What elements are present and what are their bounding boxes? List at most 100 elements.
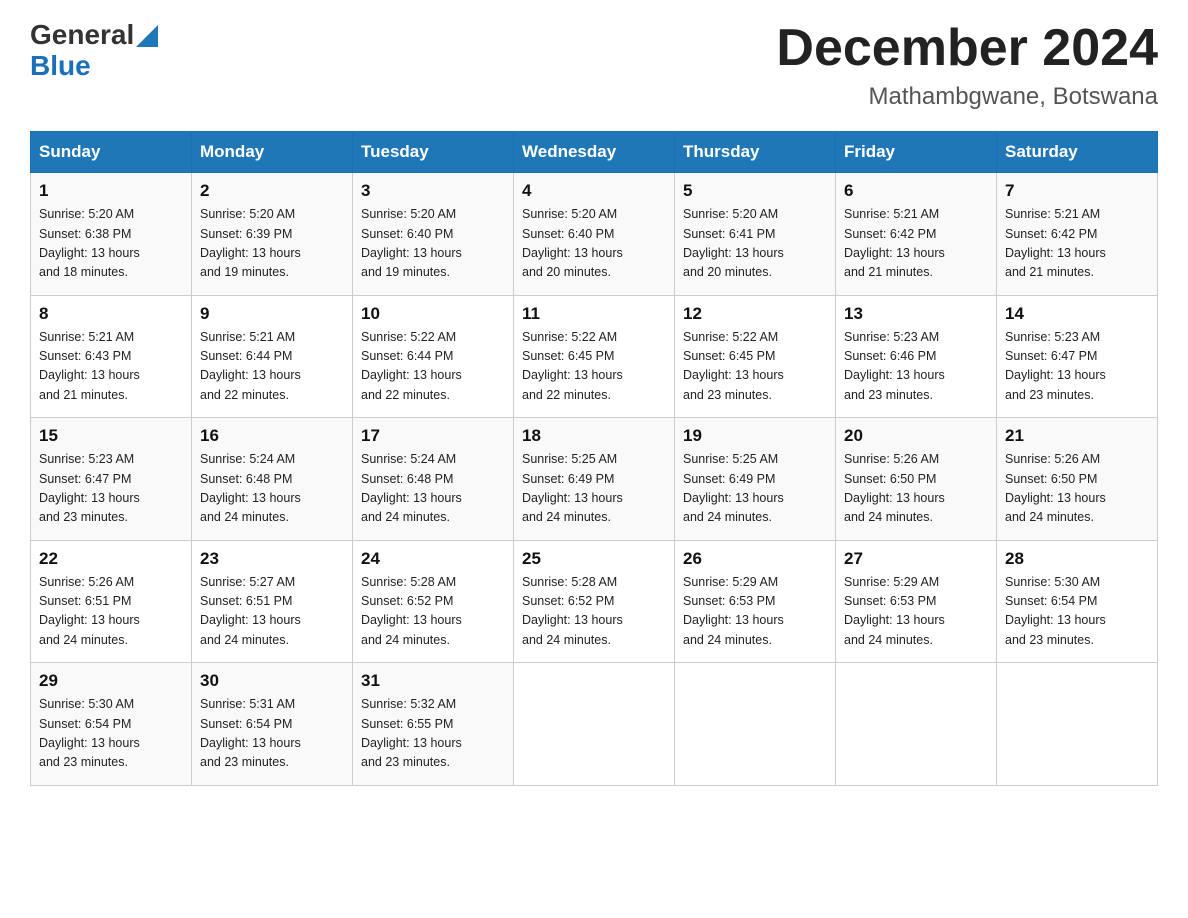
day-info: Sunrise: 5:20 AMSunset: 6:41 PMDaylight:…: [683, 205, 827, 283]
page-header: General Blue December 2024 Mathambgwane,…: [30, 20, 1158, 111]
day-number: 10: [361, 304, 505, 324]
day-cell: 11 Sunrise: 5:22 AMSunset: 6:45 PMDayligh…: [514, 295, 675, 418]
day-number: 11: [522, 304, 666, 324]
day-cell: 22 Sunrise: 5:26 AMSunset: 6:51 PMDayligh…: [31, 540, 192, 663]
day-cell: 24Sunrise: 5:28 AMSunset: 6:52 PMDayligh…: [353, 540, 514, 663]
day-cell: [675, 663, 836, 786]
logo: General Blue: [30, 20, 158, 82]
day-info: Sunrise: 5:25 AMSunset: 6:49 PMDaylight:…: [683, 450, 827, 528]
day-number: 1: [39, 181, 183, 201]
day-cell: 25 Sunrise: 5:28 AMSunset: 6:52 PMDayligh…: [514, 540, 675, 663]
day-info: Sunrise: 5:22 AMSunset: 6:45 PMDaylight:…: [522, 328, 666, 406]
day-cell: 31 Sunrise: 5:32 AMSunset: 6:55 PMDayligh…: [353, 663, 514, 786]
header-sunday: Sunday: [31, 132, 192, 173]
day-number: 28: [1005, 549, 1149, 569]
day-number: 27: [844, 549, 988, 569]
day-info: Sunrise: 5:22 AMSunset: 6:44 PMDaylight:…: [361, 328, 505, 406]
day-number: 4: [522, 181, 666, 201]
day-number: 31: [361, 671, 505, 691]
day-info: Sunrise: 5:26 AMSunset: 6:50 PMDaylight:…: [844, 450, 988, 528]
day-info: Sunrise: 5:29 AMSunset: 6:53 PMDaylight:…: [683, 573, 827, 651]
day-info: Sunrise: 5:21 AMSunset: 6:42 PMDaylight:…: [1005, 205, 1149, 283]
day-cell: 26 Sunrise: 5:29 AMSunset: 6:53 PMDayligh…: [675, 540, 836, 663]
day-number: 7: [1005, 181, 1149, 201]
day-cell: 14 Sunrise: 5:23 AMSunset: 6:47 PMDayligh…: [997, 295, 1158, 418]
day-info: Sunrise: 5:22 AMSunset: 6:45 PMDaylight:…: [683, 328, 827, 406]
day-cell: 27 Sunrise: 5:29 AMSunset: 6:53 PMDayligh…: [836, 540, 997, 663]
calendar-title: December 2024: [776, 20, 1158, 77]
day-info: Sunrise: 5:24 AMSunset: 6:48 PMDaylight:…: [361, 450, 505, 528]
day-info: Sunrise: 5:25 AMSunset: 6:49 PMDaylight:…: [522, 450, 666, 528]
day-cell: 18Sunrise: 5:25 AMSunset: 6:49 PMDayligh…: [514, 418, 675, 541]
header-row: SundayMondayTuesdayWednesdayThursdayFrid…: [31, 132, 1158, 173]
day-cell: 4 Sunrise: 5:20 AMSunset: 6:40 PMDaylight…: [514, 173, 675, 296]
calendar-subtitle: Mathambgwane, Botswana: [776, 83, 1158, 111]
day-info: Sunrise: 5:30 AMSunset: 6:54 PMDaylight:…: [1005, 573, 1149, 651]
week-row-4: 22 Sunrise: 5:26 AMSunset: 6:51 PMDayligh…: [31, 540, 1158, 663]
day-number: 15: [39, 426, 183, 446]
day-number: 26: [683, 549, 827, 569]
day-number: 23: [200, 549, 344, 569]
day-cell: 12 Sunrise: 5:22 AMSunset: 6:45 PMDayligh…: [675, 295, 836, 418]
day-cell: 29Sunrise: 5:30 AMSunset: 6:54 PMDayligh…: [31, 663, 192, 786]
header-wednesday: Wednesday: [514, 132, 675, 173]
day-cell: 21 Sunrise: 5:26 AMSunset: 6:50 PMDayligh…: [997, 418, 1158, 541]
day-number: 22: [39, 549, 183, 569]
day-cell: 17 Sunrise: 5:24 AMSunset: 6:48 PMDayligh…: [353, 418, 514, 541]
day-info: Sunrise: 5:27 AMSunset: 6:51 PMDaylight:…: [200, 573, 344, 651]
day-cell: 16Sunrise: 5:24 AMSunset: 6:48 PMDayligh…: [192, 418, 353, 541]
logo-general: General: [30, 20, 134, 51]
day-cell: 3 Sunrise: 5:20 AMSunset: 6:40 PMDaylight…: [353, 173, 514, 296]
day-number: 17: [361, 426, 505, 446]
day-cell: 1 Sunrise: 5:20 AMSunset: 6:38 PMDaylight…: [31, 173, 192, 296]
day-number: 12: [683, 304, 827, 324]
day-info: Sunrise: 5:20 AMSunset: 6:40 PMDaylight:…: [522, 205, 666, 283]
header-monday: Monday: [192, 132, 353, 173]
day-info: Sunrise: 5:28 AMSunset: 6:52 PMDaylight:…: [522, 573, 666, 651]
day-cell: 2Sunrise: 5:20 AMSunset: 6:39 PMDaylight…: [192, 173, 353, 296]
day-cell: 9 Sunrise: 5:21 AMSunset: 6:44 PMDaylight…: [192, 295, 353, 418]
day-number: 5: [683, 181, 827, 201]
day-info: Sunrise: 5:30 AMSunset: 6:54 PMDaylight:…: [39, 695, 183, 773]
day-cell: [514, 663, 675, 786]
day-number: 3: [361, 181, 505, 201]
day-cell: 6Sunrise: 5:21 AMSunset: 6:42 PMDaylight…: [836, 173, 997, 296]
header-tuesday: Tuesday: [353, 132, 514, 173]
day-info: Sunrise: 5:21 AMSunset: 6:42 PMDaylight:…: [844, 205, 988, 283]
week-row-5: 29Sunrise: 5:30 AMSunset: 6:54 PMDayligh…: [31, 663, 1158, 786]
day-number: 30: [200, 671, 344, 691]
week-row-1: 1 Sunrise: 5:20 AMSunset: 6:38 PMDaylight…: [31, 173, 1158, 296]
day-number: 14: [1005, 304, 1149, 324]
day-number: 9: [200, 304, 344, 324]
day-info: Sunrise: 5:26 AMSunset: 6:51 PMDaylight:…: [39, 573, 183, 651]
day-cell: 8Sunrise: 5:21 AMSunset: 6:43 PMDaylight…: [31, 295, 192, 418]
header-friday: Friday: [836, 132, 997, 173]
day-info: Sunrise: 5:20 AMSunset: 6:38 PMDaylight:…: [39, 205, 183, 283]
day-number: 13: [844, 304, 988, 324]
day-info: Sunrise: 5:32 AMSunset: 6:55 PMDaylight:…: [361, 695, 505, 773]
day-cell: 19 Sunrise: 5:25 AMSunset: 6:49 PMDayligh…: [675, 418, 836, 541]
logo-blue: Blue: [30, 50, 91, 81]
day-cell: 5 Sunrise: 5:20 AMSunset: 6:41 PMDaylight…: [675, 173, 836, 296]
day-number: 24: [361, 549, 505, 569]
day-number: 20: [844, 426, 988, 446]
day-number: 25: [522, 549, 666, 569]
day-info: Sunrise: 5:23 AMSunset: 6:46 PMDaylight:…: [844, 328, 988, 406]
day-number: 21: [1005, 426, 1149, 446]
day-cell: [836, 663, 997, 786]
day-info: Sunrise: 5:21 AMSunset: 6:44 PMDaylight:…: [200, 328, 344, 406]
day-number: 19: [683, 426, 827, 446]
title-block: December 2024 Mathambgwane, Botswana: [776, 20, 1158, 111]
day-cell: 13 Sunrise: 5:23 AMSunset: 6:46 PMDayligh…: [836, 295, 997, 418]
day-info: Sunrise: 5:29 AMSunset: 6:53 PMDaylight:…: [844, 573, 988, 651]
day-cell: 28 Sunrise: 5:30 AMSunset: 6:54 PMDayligh…: [997, 540, 1158, 663]
day-cell: 20 Sunrise: 5:26 AMSunset: 6:50 PMDayligh…: [836, 418, 997, 541]
calendar-table: SundayMondayTuesdayWednesdayThursdayFrid…: [30, 131, 1158, 786]
week-row-3: 15 Sunrise: 5:23 AMSunset: 6:47 PMDayligh…: [31, 418, 1158, 541]
day-info: Sunrise: 5:26 AMSunset: 6:50 PMDaylight:…: [1005, 450, 1149, 528]
day-info: Sunrise: 5:20 AMSunset: 6:40 PMDaylight:…: [361, 205, 505, 283]
header-thursday: Thursday: [675, 132, 836, 173]
day-info: Sunrise: 5:23 AMSunset: 6:47 PMDaylight:…: [1005, 328, 1149, 406]
day-info: Sunrise: 5:23 AMSunset: 6:47 PMDaylight:…: [39, 450, 183, 528]
day-number: 16: [200, 426, 344, 446]
